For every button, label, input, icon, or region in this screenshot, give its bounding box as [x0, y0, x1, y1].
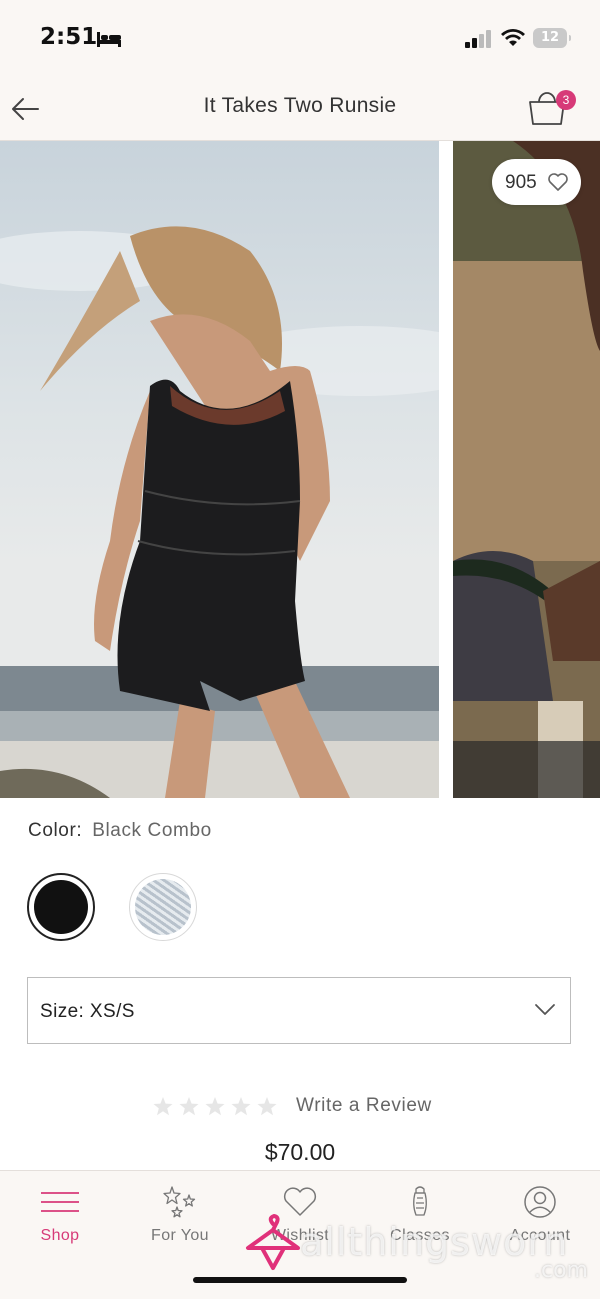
- watermark: allthingsworn .com: [244, 1210, 600, 1286]
- color-swatch-black-combo[interactable]: [27, 873, 95, 941]
- product-image-carousel[interactable]: 905: [0, 141, 600, 798]
- star-icon: [231, 1097, 251, 1116]
- write-review-link[interactable]: Write a Review: [296, 1095, 432, 1117]
- battery-indicator: 12: [533, 28, 571, 48]
- sparkle-stars-icon: [163, 1186, 196, 1218]
- swatch-fill: [34, 880, 88, 934]
- product-photo-main[interactable]: [0, 141, 439, 798]
- page-title: It Takes Two Runsie: [203, 94, 397, 117]
- cellular-signal-icon: [465, 30, 491, 48]
- swatch-fill: [135, 879, 191, 935]
- status-time: 2:51: [40, 24, 98, 50]
- color-label: Color:: [28, 820, 83, 841]
- rating-stars: [153, 1097, 277, 1116]
- wifi-icon: [501, 29, 525, 46]
- tab-label: Shop: [40, 1227, 80, 1244]
- color-selector-label: Color: Black Combo: [28, 820, 212, 842]
- menu-lines-icon: [41, 1192, 79, 1212]
- home-indicator[interactable]: [193, 1277, 407, 1283]
- hanger-logo-icon: [246, 1214, 300, 1270]
- tab-for-you[interactable]: For You: [120, 1181, 240, 1251]
- status-bar: 2:51 12: [0, 0, 600, 78]
- like-count: 905: [505, 172, 537, 193]
- chevron-down-icon: [535, 1004, 555, 1015]
- tab-shop[interactable]: Shop: [0, 1181, 120, 1251]
- watermark-suffix: .com: [534, 1258, 588, 1283]
- top-nav-bar: It Takes Two Runsie 3: [0, 78, 600, 141]
- sleep-bed-icon: [97, 32, 121, 47]
- product-price: $70.00: [264, 1139, 336, 1165]
- tab-label: For You: [151, 1227, 209, 1244]
- star-icon: [257, 1097, 277, 1116]
- wishlist-like-button[interactable]: 905: [492, 159, 581, 205]
- color-value: Black Combo: [92, 820, 212, 841]
- watermark-text: allthingsworn: [300, 1220, 569, 1264]
- size-selected-value: Size: XS/S: [40, 1001, 135, 1022]
- star-icon: [205, 1097, 225, 1116]
- star-icon: [179, 1097, 199, 1116]
- cart-count-badge: 3: [556, 90, 576, 110]
- product-photo-secondary[interactable]: [453, 141, 600, 798]
- size-dropdown[interactable]: Size: XS/S: [27, 977, 571, 1044]
- color-swatch-grey-stripe[interactable]: [129, 873, 197, 941]
- heart-outline-icon: [548, 173, 568, 191]
- star-icon: [153, 1097, 173, 1116]
